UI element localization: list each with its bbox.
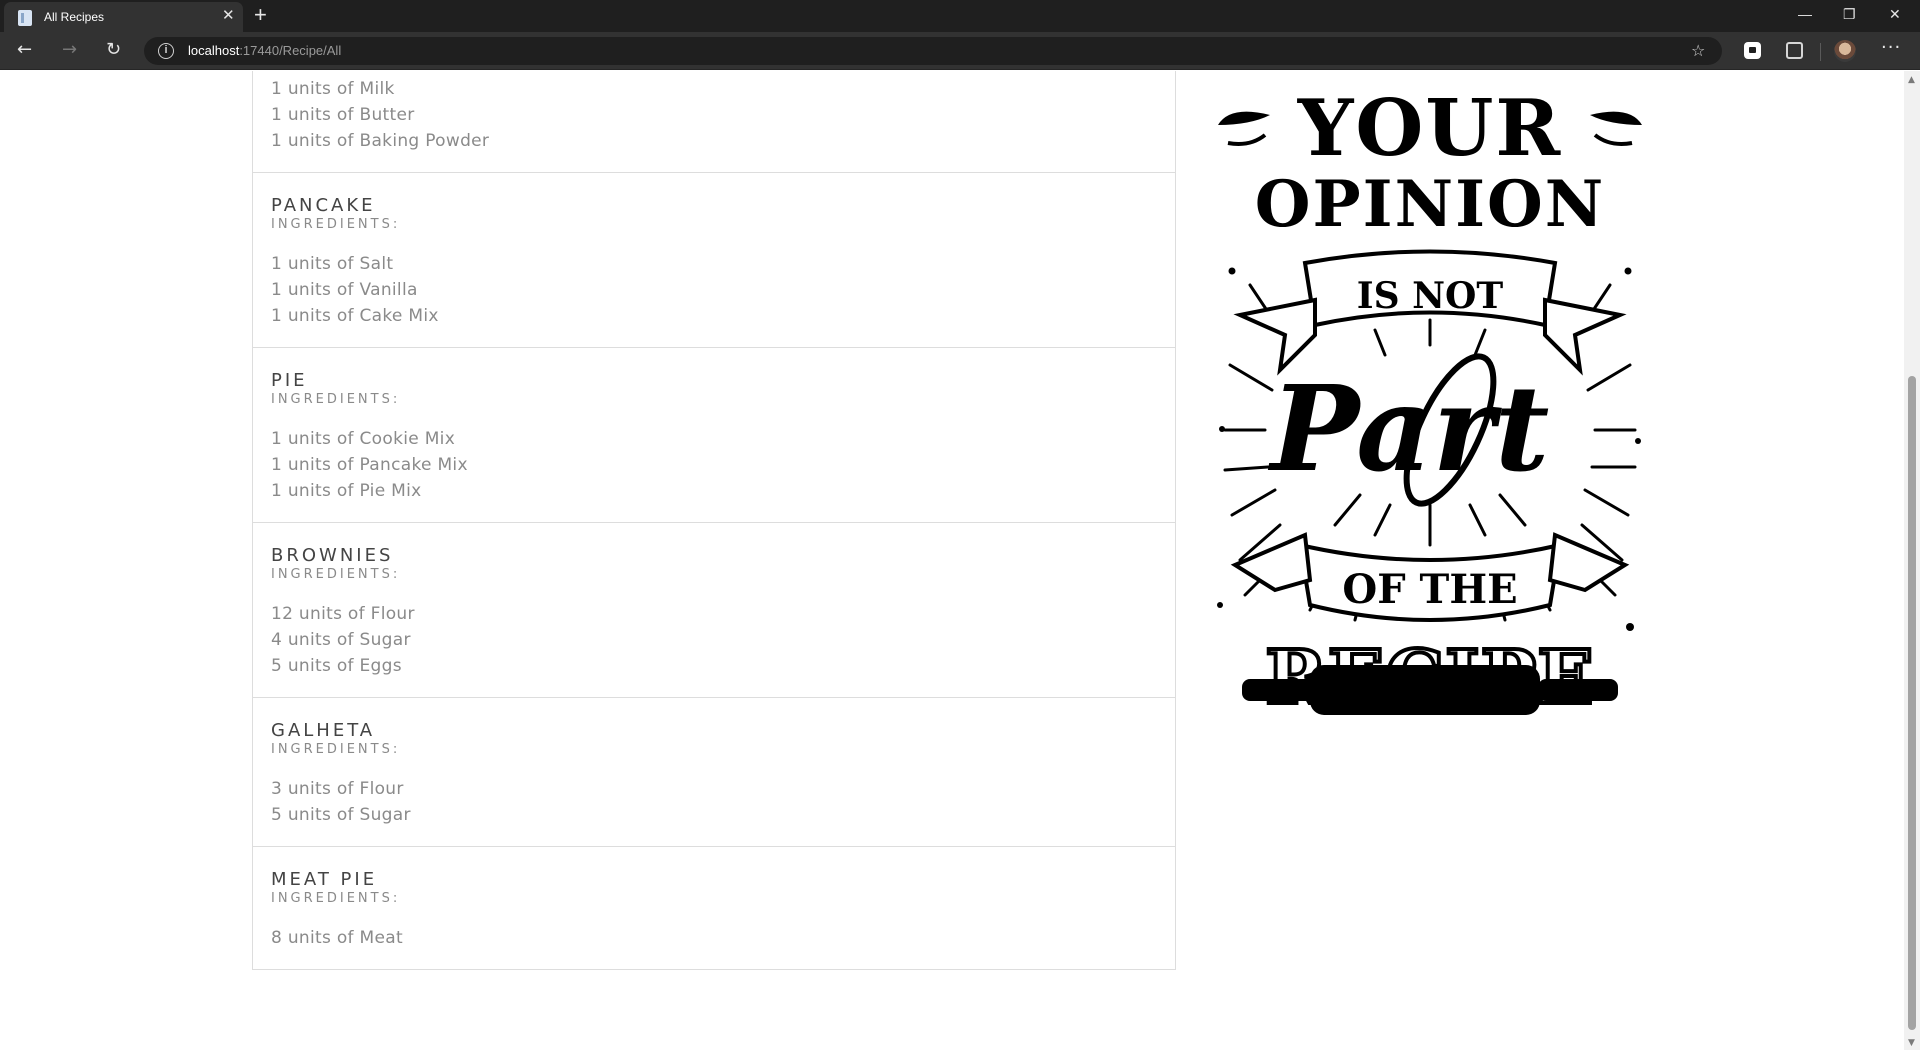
toolbar: ← → ↻ i localhost:17440/Recipe/All ☆ ··· [0, 32, 1920, 70]
ingredient-item: 1 units of Pancake Mix [271, 455, 468, 475]
back-arrow-icon[interactable]: ← [17, 39, 32, 61]
restore-icon[interactable]: ❐ [1843, 6, 1856, 22]
vertical-scrollbar[interactable]: ▲ ▼ [1904, 71, 1920, 1050]
ingredient-item: 4 units of Sugar [271, 630, 411, 650]
recipe-card: PIE INGREDIENTS: 1 units of Cookie Mix 1 un… [252, 348, 1176, 523]
ingredient-item: 1 units of Vanilla [271, 280, 418, 300]
forward-arrow-icon[interactable]: → [62, 39, 77, 61]
ingredient-item: 1 units of Salt [271, 254, 394, 274]
recipe-list: INGREDIENTS: 1 units of Milk 1 units of Bu… [252, 71, 1176, 970]
scroll-up-arrow-icon[interactable]: ▲ [1908, 75, 1915, 85]
poster-line-of-the: OF THE [1342, 566, 1517, 613]
toolbar-divider [1820, 43, 1821, 61]
ingredient-item: 1 units of Cake Mix [271, 306, 439, 326]
lock-extension-icon[interactable] [1744, 42, 1761, 59]
ingredient-item: 1 units of Butter [271, 105, 415, 125]
recipe-poster-image: YOUR OPINION IS NOT Part OF THE [1217, 83, 1642, 723]
ingredient-item: 3 units of Flour [271, 779, 404, 799]
tab-title: All Recipes [44, 10, 105, 24]
ingredients-label: INGREDIENTS: [271, 891, 401, 906]
ingredients-label: INGREDIENTS: [271, 567, 401, 582]
recipe-name: MEAT PIE [271, 869, 378, 890]
ingredients-label: INGREDIENTS: [271, 392, 401, 407]
ingredient-item: 1 units of Cookie Mix [271, 429, 456, 449]
tab-all-recipes[interactable]: All Recipes ✕ [4, 2, 243, 32]
ingredients-label: INGREDIENTS: [271, 217, 401, 232]
recipe-name: PIE [271, 370, 308, 391]
plus-icon[interactable]: + [254, 3, 267, 27]
recipe-name: GALHETA [271, 720, 376, 741]
page-icon [18, 10, 32, 26]
avatar[interactable] [1834, 40, 1856, 62]
url-path: :17440/Recipe/All [239, 43, 342, 58]
poster-line-is-not: IS NOT [1357, 275, 1504, 317]
recipe-card: GALHETA INGREDIENTS: 3 units of Flour 5 uni… [252, 698, 1176, 847]
ingredient-item: 5 units of Eggs [271, 656, 402, 676]
puzzle-extension-icon[interactable] [1786, 42, 1803, 59]
recipe-card: PANCAKE INGREDIENTS: 1 units of Salt 1 unit… [252, 173, 1176, 348]
url-host: localhost [188, 43, 240, 58]
ingredient-item: 1 units of Baking Powder [271, 131, 490, 151]
close-window-icon[interactable]: ✕ [1889, 6, 1901, 22]
ingredient-item: 8 units of Meat [271, 928, 403, 948]
poster-line-opinion: OPINION [1255, 167, 1606, 242]
ingredient-item: 5 units of Sugar [271, 805, 411, 825]
recipe-card: BROWNIES INGREDIENTS: 12 units of Flour 4 u… [252, 523, 1176, 698]
scrollbar-thumb[interactable] [1908, 376, 1916, 1030]
minimize-icon[interactable]: — [1798, 6, 1812, 22]
rolling-pin-image [1242, 665, 1618, 715]
more-icon[interactable]: ··· [1881, 37, 1901, 59]
recipe-name: PANCAKE [271, 195, 376, 216]
scroll-down-arrow-icon[interactable]: ▼ [1908, 1038, 1915, 1048]
recipe-card: MEAT PIE INGREDIENTS: 8 units of Meat [252, 847, 1176, 970]
ingredient-item: 1 units of Milk [271, 79, 395, 99]
address-bar[interactable]: i localhost:17440/Recipe/All ☆ [144, 37, 1722, 65]
recipe-name: BROWNIES [271, 545, 394, 566]
ingredient-item: 12 units of Flour [271, 604, 415, 624]
tab-strip: All Recipes ✕ + — ❐ ✕ [0, 0, 1920, 32]
poster-line-part: Part [1268, 359, 1550, 498]
poster-line-your: YOUR [1297, 83, 1562, 174]
page-content: INGREDIENTS: 1 units of Milk 1 units of Bu… [0, 71, 1904, 1050]
favorites-icon[interactable]: ☆ [1691, 41, 1705, 61]
reload-icon[interactable]: ↻ [106, 39, 121, 61]
close-icon[interactable]: ✕ [222, 8, 235, 24]
url-text[interactable]: localhost:17440/Recipe/All [188, 43, 341, 58]
ingredients-label: INGREDIENTS: [271, 742, 401, 757]
info-icon[interactable]: i [158, 43, 174, 59]
recipe-card: INGREDIENTS:1 units of Milk1 units of Bu… [252, 71, 1176, 173]
ingredient-item: 1 units of Pie Mix [271, 481, 422, 501]
